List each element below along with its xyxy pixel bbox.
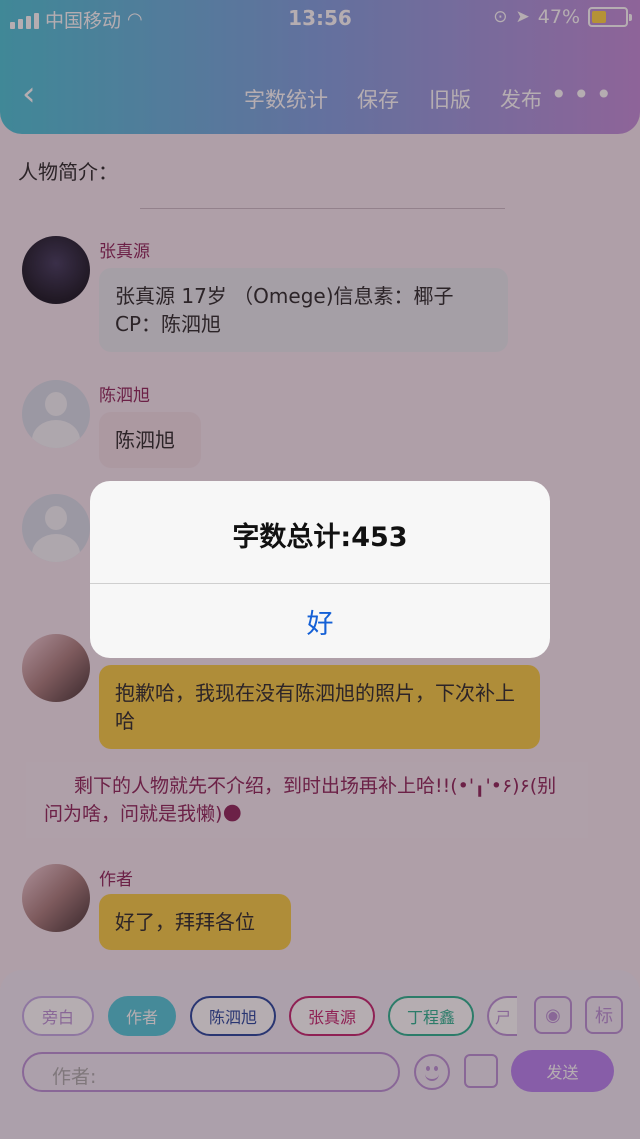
alert-title: 字数总计:453 [232, 522, 408, 553]
ok-button[interactable]: 好 [90, 584, 550, 658]
alert-dialog: 字数总计:453 好 [90, 481, 550, 658]
